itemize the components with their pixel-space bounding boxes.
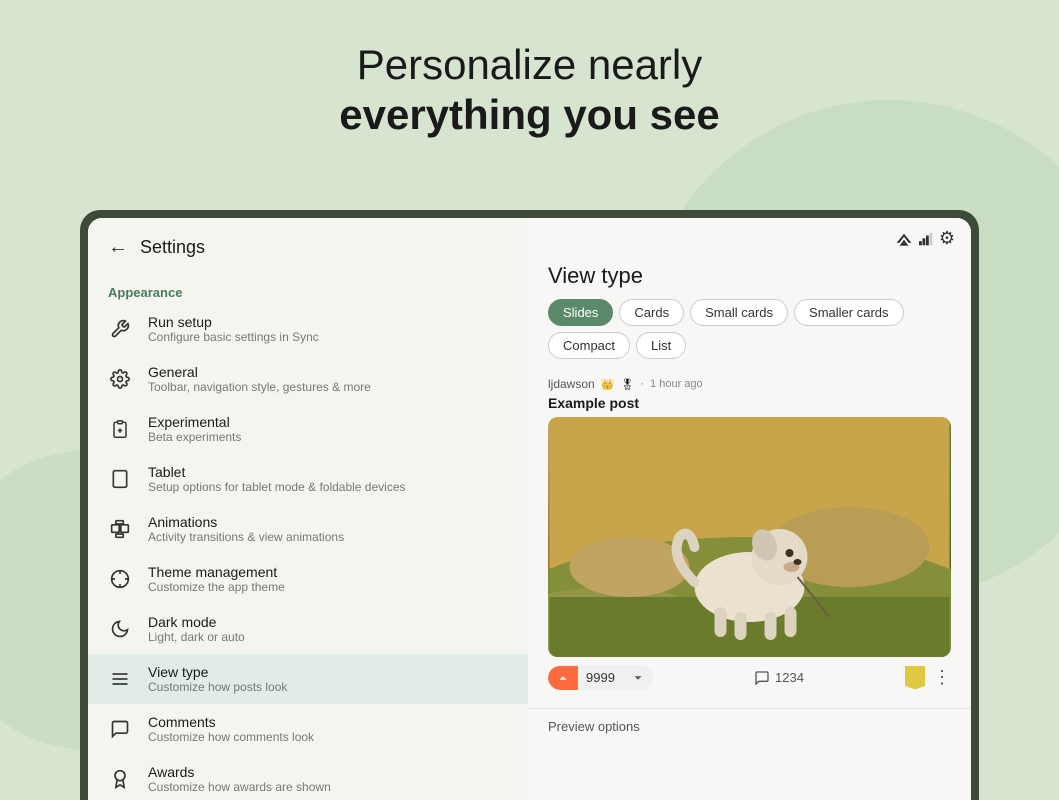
comments-subtitle: Customize how comments look bbox=[148, 730, 314, 744]
tablet-icon bbox=[108, 467, 132, 491]
menu-item-run-setup[interactable]: Run setup Configure basic settings in Sy… bbox=[88, 304, 528, 354]
experimental-icon bbox=[108, 417, 132, 441]
gear-button[interactable]: ⚙ bbox=[939, 228, 955, 249]
animations-icon bbox=[108, 517, 132, 541]
comment-count: 1234 bbox=[775, 670, 804, 685]
vote-area: 9999 bbox=[548, 665, 653, 690]
post-title: Example post bbox=[548, 395, 951, 411]
darkmode-title: Dark mode bbox=[148, 614, 245, 630]
upvote-button[interactable] bbox=[548, 666, 578, 690]
awards-icon bbox=[108, 767, 132, 791]
header-section: Personalize nearly everything you see bbox=[0, 0, 1059, 171]
tab-pills: Slides Cards Small cards Smaller cards C… bbox=[548, 299, 951, 359]
darkmode-icon bbox=[108, 617, 132, 641]
theme-text: Theme management Customize the app theme bbox=[148, 564, 285, 594]
theme-icon bbox=[108, 567, 132, 591]
animations-title: Animations bbox=[148, 514, 344, 530]
downvote-button[interactable] bbox=[623, 666, 653, 690]
device-screen: ← Settings Appearance Run setup Configur… bbox=[88, 218, 971, 800]
preview-options-bar: Preview options bbox=[528, 708, 971, 744]
post-actions: 9999 1234 bbox=[548, 657, 951, 698]
view-type-title: View type bbox=[548, 263, 951, 289]
right-actions: ⋮ bbox=[905, 666, 951, 690]
back-button[interactable]: ← bbox=[108, 236, 128, 259]
wifi-icon bbox=[895, 232, 913, 246]
settings-header: ← Settings bbox=[88, 218, 528, 277]
comments-text: Comments Customize how comments look bbox=[148, 714, 314, 744]
signal-icon bbox=[919, 232, 933, 246]
tab-list[interactable]: List bbox=[636, 332, 686, 359]
dot-separator: · bbox=[640, 378, 644, 390]
menu-item-experimental[interactable]: Experimental Beta experiments bbox=[88, 404, 528, 454]
post-time: 1 hour ago bbox=[650, 378, 703, 390]
viewtype-text: View type Customize how posts look bbox=[148, 664, 287, 694]
viewtype-subtitle: Customize how posts look bbox=[148, 680, 287, 694]
post-area: ljdawson 👑 🎖 · 1 hour ago Example post bbox=[528, 367, 971, 708]
post-meta: ljdawson 👑 🎖 · 1 hour ago bbox=[548, 377, 951, 391]
general-title: General bbox=[148, 364, 371, 380]
menu-item-general[interactable]: General Toolbar, navigation style, gestu… bbox=[88, 354, 528, 404]
comments-icon bbox=[108, 717, 132, 741]
comment-area[interactable]: 1234 bbox=[754, 670, 804, 686]
awards-text: Awards Customize how awards are shown bbox=[148, 764, 331, 794]
header-line1: Personalize nearly bbox=[0, 40, 1059, 90]
animations-text: Animations Activity transitions & view a… bbox=[148, 514, 344, 544]
tab-smaller-cards[interactable]: Smaller cards bbox=[794, 299, 903, 326]
menu-item-awards[interactable]: Awards Customize how awards are shown bbox=[88, 754, 528, 800]
vote-count: 9999 bbox=[578, 665, 623, 690]
view-type-section: View type Slides Cards Small cards Small… bbox=[528, 253, 971, 367]
tablet-subtitle: Setup options for tablet mode & foldable… bbox=[148, 480, 406, 494]
menu-item-viewtype[interactable]: View type Customize how posts look bbox=[88, 654, 528, 704]
viewtype-title: View type bbox=[148, 664, 287, 680]
badge-crown: 👑 bbox=[601, 378, 615, 391]
header-line2: everything you see bbox=[0, 90, 1059, 140]
darkmode-subtitle: Light, dark or auto bbox=[148, 630, 245, 644]
experimental-text: Experimental Beta experiments bbox=[148, 414, 241, 444]
run-setup-title: Run setup bbox=[148, 314, 319, 330]
viewtype-icon bbox=[108, 667, 132, 691]
theme-subtitle: Customize the app theme bbox=[148, 580, 285, 594]
tablet-text: Tablet Setup options for tablet mode & f… bbox=[148, 464, 406, 494]
settings-title: Settings bbox=[140, 237, 205, 258]
settings-panel: ← Settings Appearance Run setup Configur… bbox=[88, 218, 528, 800]
post-username: ljdawson bbox=[548, 377, 595, 391]
run-setup-text: Run setup Configure basic settings in Sy… bbox=[148, 314, 319, 344]
section-label-appearance: Appearance bbox=[88, 277, 528, 304]
general-text: General Toolbar, navigation style, gestu… bbox=[148, 364, 371, 394]
menu-item-darkmode[interactable]: Dark mode Light, dark or auto bbox=[88, 604, 528, 654]
menu-item-tablet[interactable]: Tablet Setup options for tablet mode & f… bbox=[88, 454, 528, 504]
tab-cards[interactable]: Cards bbox=[619, 299, 684, 326]
run-setup-icon bbox=[108, 317, 132, 341]
general-subtitle: Toolbar, navigation style, gestures & mo… bbox=[148, 380, 371, 394]
general-icon bbox=[108, 367, 132, 391]
badge-mod: 🎖 bbox=[620, 378, 634, 391]
comments-title: Comments bbox=[148, 714, 314, 730]
darkmode-text: Dark mode Light, dark or auto bbox=[148, 614, 245, 644]
experimental-subtitle: Beta experiments bbox=[148, 430, 241, 444]
tab-compact[interactable]: Compact bbox=[548, 332, 630, 359]
right-panel: ⚙ View type Slides Cards Small cards Sma… bbox=[528, 218, 971, 800]
menu-item-theme[interactable]: Theme management Customize the app theme bbox=[88, 554, 528, 604]
awards-subtitle: Customize how awards are shown bbox=[148, 780, 331, 794]
tab-small-cards[interactable]: Small cards bbox=[690, 299, 788, 326]
post-image bbox=[548, 417, 951, 657]
menu-item-comments[interactable]: Comments Customize how comments look bbox=[88, 704, 528, 754]
tablet-title: Tablet bbox=[148, 464, 406, 480]
more-options-button[interactable]: ⋮ bbox=[933, 667, 951, 688]
animations-subtitle: Activity transitions & view animations bbox=[148, 530, 344, 544]
tab-slides[interactable]: Slides bbox=[548, 299, 613, 326]
preview-options-label: Preview options bbox=[548, 719, 640, 734]
bookmark-icon[interactable] bbox=[905, 666, 925, 690]
awards-title: Awards bbox=[148, 764, 331, 780]
comment-icon bbox=[754, 670, 770, 686]
run-setup-subtitle: Configure basic settings in Sync bbox=[148, 330, 319, 344]
experimental-title: Experimental bbox=[148, 414, 241, 430]
theme-title: Theme management bbox=[148, 564, 285, 580]
menu-item-animations[interactable]: Animations Activity transitions & view a… bbox=[88, 504, 528, 554]
device-frame: ← Settings Appearance Run setup Configur… bbox=[80, 210, 979, 800]
